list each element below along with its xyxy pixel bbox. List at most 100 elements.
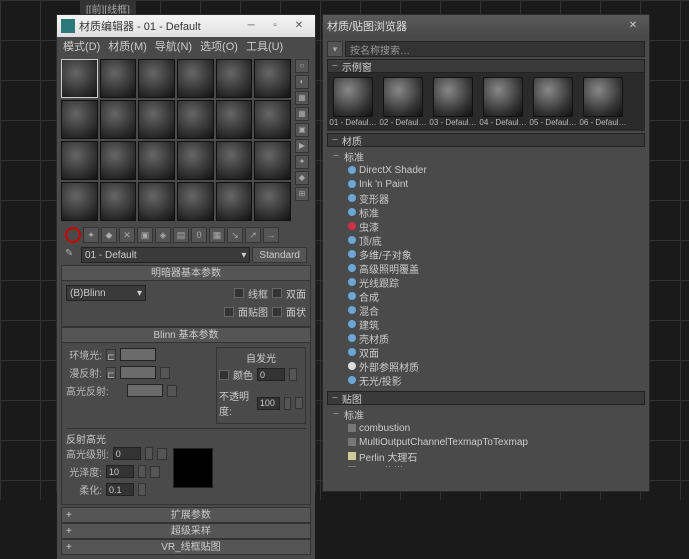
put-to-library-icon[interactable]: ▤ bbox=[173, 227, 189, 243]
material-item[interactable]: 高级照明覆盖 bbox=[331, 261, 641, 275]
menu-navigate[interactable]: 导航(N) bbox=[155, 38, 192, 54]
sample-slot[interactable] bbox=[138, 141, 175, 180]
sample-slot[interactable] bbox=[177, 182, 214, 221]
spinner-buttons[interactable] bbox=[284, 397, 291, 410]
sample-slot[interactable] bbox=[61, 141, 98, 180]
map-item[interactable]: combustion bbox=[331, 421, 641, 435]
material-editor-titlebar[interactable]: 材质编辑器 - 01 - Default ─ ▫ ✕ bbox=[57, 15, 315, 37]
spinner-buttons[interactable] bbox=[138, 483, 146, 496]
menu-tools[interactable]: 工具(U) bbox=[246, 38, 283, 54]
reset-map-icon[interactable]: ✕ bbox=[119, 227, 135, 243]
menu-material[interactable]: 材质(M) bbox=[108, 38, 147, 54]
map-item[interactable]: MultiOutputChannelTexmapToTexmap bbox=[331, 435, 641, 449]
section-maps[interactable]: 贴图 bbox=[327, 391, 645, 405]
specular-map-button[interactable] bbox=[167, 385, 177, 397]
assign-to-selection-icon[interactable]: ◆ bbox=[101, 227, 117, 243]
sample-item[interactable]: 02 - Defaul… bbox=[379, 77, 427, 127]
wire-checkbox[interactable] bbox=[234, 288, 244, 298]
diffuse-swatch[interactable] bbox=[120, 366, 156, 379]
material-item[interactable]: 虫漆 bbox=[331, 219, 641, 233]
facemap-checkbox[interactable] bbox=[224, 307, 234, 317]
rollout-supersample[interactable]: +超级采样 bbox=[61, 523, 311, 539]
spinner-buttons[interactable] bbox=[145, 447, 153, 460]
material-item[interactable]: Ink 'n Paint bbox=[331, 177, 641, 191]
browser-scroll[interactable]: 示例窗 01 - Defaul…02 - Defaul…03 - Defaul…… bbox=[327, 57, 645, 467]
material-item[interactable]: DirectX Shader bbox=[331, 163, 641, 177]
slot-count-icon[interactable]: ⊞ bbox=[295, 187, 309, 201]
material-item[interactable]: 顶/底 bbox=[331, 233, 641, 247]
sample-slot[interactable] bbox=[254, 182, 291, 221]
make-unique-icon[interactable]: ◈ bbox=[155, 227, 171, 243]
search-input[interactable]: 按名称搜索… bbox=[345, 41, 645, 57]
sample-item[interactable]: 04 - Defaul… bbox=[479, 77, 527, 127]
copy-icon[interactable]: ▣ bbox=[137, 227, 153, 243]
material-item[interactable]: 混合 bbox=[331, 303, 641, 317]
sample-slot[interactable] bbox=[254, 100, 291, 139]
sample-slot[interactable] bbox=[138, 100, 175, 139]
tree-group-standard[interactable]: −标准 bbox=[331, 149, 641, 163]
maximize-button[interactable]: ▫ bbox=[263, 17, 287, 35]
self-illum-spinner[interactable]: 0 bbox=[257, 368, 285, 381]
sample-item[interactable]: 03 - Defaul… bbox=[429, 77, 477, 127]
menu-mode[interactable]: 模式(D) bbox=[63, 38, 100, 54]
sample-slot[interactable] bbox=[254, 59, 291, 98]
browser-options-icon[interactable]: ▾ bbox=[327, 41, 343, 57]
go-forward-icon[interactable]: → bbox=[263, 227, 279, 243]
browser-titlebar[interactable]: 材质/贴图浏览器 ✕ bbox=[323, 15, 649, 37]
sample-item[interactable]: 06 - Defaul… bbox=[579, 77, 627, 127]
spec-level-spinner[interactable]: 0 bbox=[113, 447, 141, 460]
spinner-buttons[interactable] bbox=[138, 465, 146, 478]
sample-type-icon[interactable]: ○ bbox=[295, 59, 309, 73]
rollout-shader-params[interactable]: 明暗器基本参数 bbox=[61, 265, 311, 281]
section-materials[interactable]: 材质 bbox=[327, 133, 645, 147]
gloss-map-button[interactable] bbox=[150, 466, 160, 478]
sample-slot[interactable] bbox=[61, 100, 98, 139]
shader-combo[interactable]: (B)Blinn▾ bbox=[66, 285, 146, 301]
sample-slot[interactable] bbox=[61, 59, 98, 98]
material-item[interactable]: 建筑 bbox=[331, 317, 641, 331]
close-button[interactable]: ✕ bbox=[287, 17, 311, 35]
sample-slot[interactable] bbox=[100, 182, 137, 221]
select-by-mat-icon[interactable]: ◆ bbox=[295, 171, 309, 185]
show-map-icon[interactable]: ▦ bbox=[209, 227, 225, 243]
material-name-combo[interactable]: 01 - Default▾ bbox=[81, 247, 250, 263]
sample-slot[interactable] bbox=[254, 141, 291, 180]
rollout-extended[interactable]: +扩展参数 bbox=[61, 507, 311, 523]
rollout-vrwire[interactable]: +VR_线框贴图 bbox=[61, 539, 311, 555]
diffuse-map-button[interactable] bbox=[160, 367, 170, 379]
map-item[interactable]: RGB 倍增 bbox=[331, 463, 641, 467]
material-item[interactable]: 多维/子对象 bbox=[331, 247, 641, 261]
options-icon[interactable]: ✦ bbox=[295, 155, 309, 169]
minimize-button[interactable]: ─ bbox=[239, 17, 263, 35]
section-samples[interactable]: 示例窗 bbox=[327, 59, 645, 73]
material-item[interactable]: 无光/投影 bbox=[331, 373, 641, 387]
self-illum-color-checkbox[interactable] bbox=[219, 370, 229, 380]
opacity-spinner[interactable]: 100 bbox=[257, 397, 280, 410]
rollout-blinn-basic[interactable]: Blinn 基本参数 bbox=[61, 327, 311, 343]
sample-slot[interactable] bbox=[216, 182, 253, 221]
browser-close-button[interactable]: ✕ bbox=[621, 17, 645, 35]
faceted-checkbox[interactable] bbox=[272, 307, 282, 317]
background-icon[interactable]: ▦ bbox=[295, 91, 309, 105]
sample-slot[interactable] bbox=[216, 100, 253, 139]
eyedropper-icon[interactable]: ✎ bbox=[65, 248, 79, 262]
show-end-icon[interactable]: ↘ bbox=[227, 227, 243, 243]
map-item[interactable]: Perlin 大理石 bbox=[331, 449, 641, 463]
video-check-icon[interactable]: ▣ bbox=[295, 123, 309, 137]
sample-slot[interactable] bbox=[61, 182, 98, 221]
material-item[interactable]: 合成 bbox=[331, 289, 641, 303]
sample-slot[interactable] bbox=[177, 59, 214, 98]
material-item[interactable]: 变形器 bbox=[331, 191, 641, 205]
sample-item[interactable]: 05 - Defaul… bbox=[529, 77, 577, 127]
go-parent-icon[interactable]: ↗ bbox=[245, 227, 261, 243]
material-item[interactable]: 壳材质 bbox=[331, 331, 641, 345]
sample-slot[interactable] bbox=[138, 59, 175, 98]
sample-slot[interactable] bbox=[100, 59, 137, 98]
put-to-scene-icon[interactable]: ✦ bbox=[83, 227, 99, 243]
soften-spinner[interactable]: 0.1 bbox=[106, 483, 134, 496]
sample-slot[interactable] bbox=[216, 59, 253, 98]
material-item[interactable]: 双面 bbox=[331, 345, 641, 359]
opacity-map-button[interactable] bbox=[295, 397, 303, 409]
sample-slot[interactable] bbox=[100, 100, 137, 139]
ambient-swatch[interactable] bbox=[120, 348, 156, 361]
